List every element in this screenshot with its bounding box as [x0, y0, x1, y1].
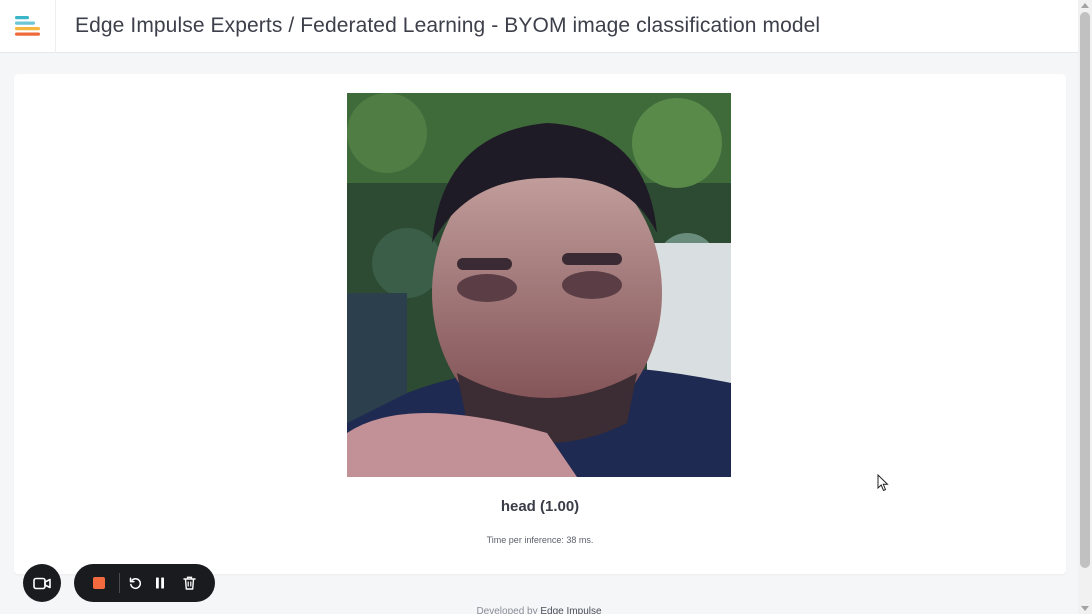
- edge-impulse-logo-icon[interactable]: [0, 0, 56, 53]
- footer-brand-link[interactable]: Edge Impulse: [540, 606, 601, 614]
- page-title: Edge Impulse Experts / Federated Learnin…: [75, 14, 821, 37]
- stop-icon[interactable]: [88, 564, 110, 602]
- camera-frame-image: [347, 93, 731, 477]
- footer: Developed by Edge Impulse: [0, 606, 1078, 614]
- inference-time: Time per inference: 38 ms.: [486, 535, 594, 545]
- page-scrollbar[interactable]: [1078, 0, 1092, 614]
- footer-prefix: Developed by: [476, 606, 541, 614]
- scroll-thumb[interactable]: [1080, 12, 1090, 568]
- trash-icon[interactable]: [178, 564, 200, 602]
- restart-icon[interactable]: [124, 564, 146, 602]
- pause-icon[interactable]: [149, 564, 171, 602]
- classification-result: head (1.00): [500, 498, 580, 515]
- video-camera-icon[interactable]: [23, 564, 61, 602]
- classification-card: head (1.00) Time per inference: 38 ms.: [14, 74, 1066, 574]
- app-header: Edge Impulse Experts / Federated Learnin…: [0, 0, 1078, 53]
- mouse-cursor-icon: [877, 473, 889, 497]
- scroll-down-arrow-icon[interactable]: [1081, 606, 1089, 611]
- scroll-up-arrow-icon[interactable]: [1081, 3, 1089, 8]
- recorder-toolbar: [74, 564, 215, 602]
- toolbar-divider: [119, 573, 120, 593]
